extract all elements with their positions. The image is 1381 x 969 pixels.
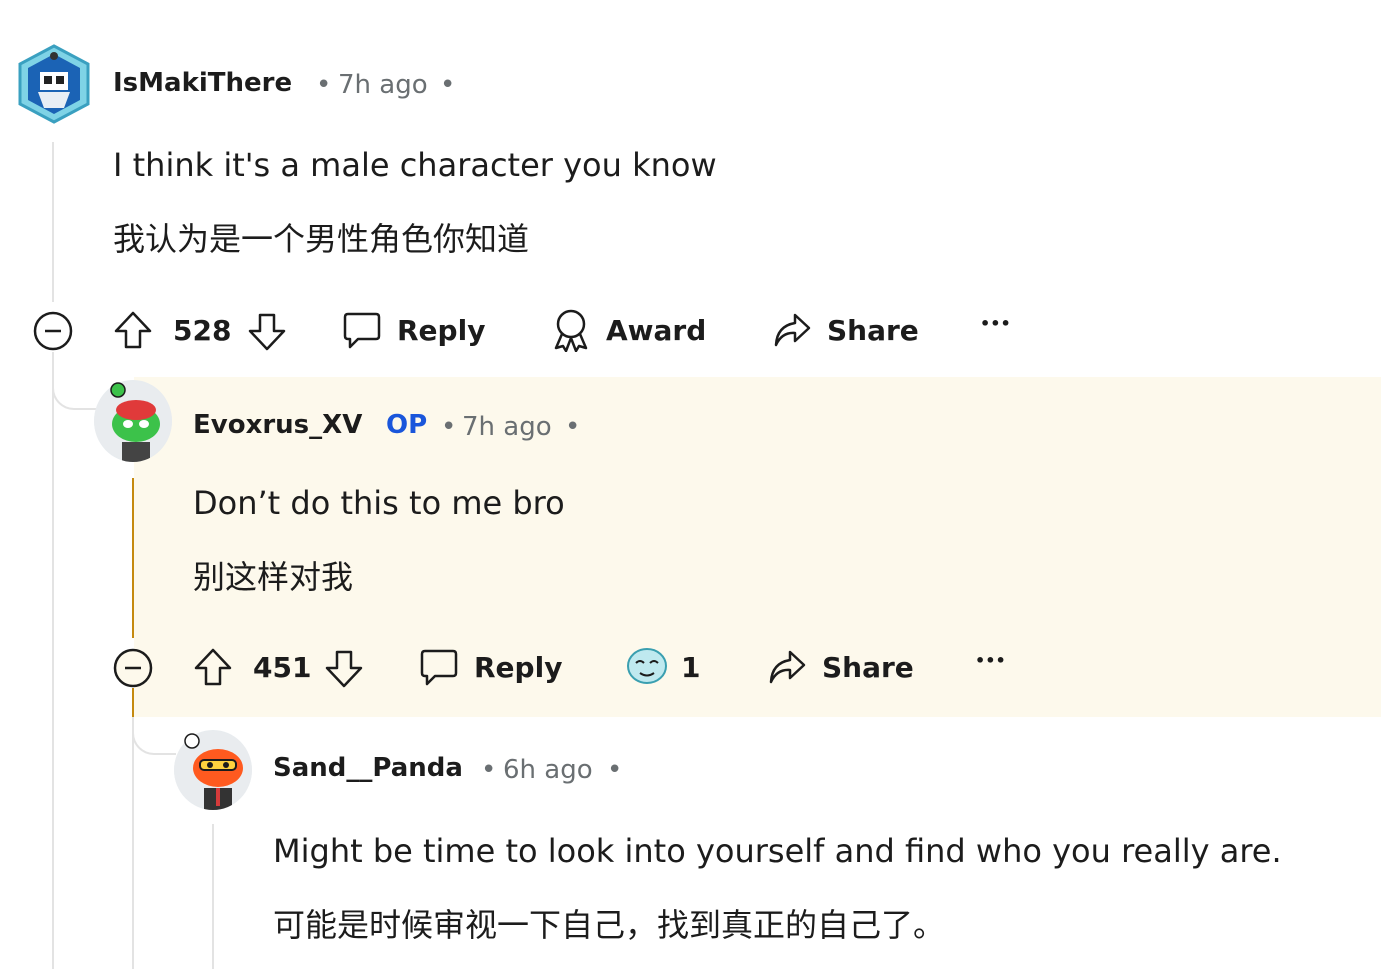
more-icon[interactable]: •••: [980, 314, 1011, 333]
award-button[interactable]: Award: [606, 314, 706, 347]
comment-bubble-icon[interactable]: [419, 647, 459, 687]
op-badge: OP: [386, 410, 428, 440]
reply-button[interactable]: Reply: [474, 651, 562, 684]
share-arrow-icon[interactable]: [767, 647, 807, 687]
avatar-image: [18, 44, 90, 124]
antenna-icon: [110, 382, 126, 398]
award-icon[interactable]: [550, 308, 592, 352]
username[interactable]: Sand__Panda: [273, 753, 463, 783]
thread-line[interactable]: [52, 352, 54, 969]
thread-line[interactable]: [132, 717, 134, 969]
comment-body: Don’t do this to me bro: [193, 484, 565, 522]
share-button[interactable]: Share: [827, 314, 919, 347]
thread-line-op[interactable]: [132, 478, 134, 638]
upvote-icon[interactable]: [113, 310, 153, 350]
more-icon[interactable]: •••: [975, 651, 1006, 670]
share-button[interactable]: Share: [822, 651, 914, 684]
thread-line-op[interactable]: [132, 688, 134, 718]
separator-dot: •: [565, 412, 581, 442]
antenna-icon: [184, 733, 200, 749]
avatar-image: [94, 382, 172, 462]
comment-bubble-icon[interactable]: [342, 310, 382, 350]
downvote-icon[interactable]: [247, 312, 287, 352]
separator-dot: •: [441, 412, 457, 442]
upvote-icon[interactable]: [193, 647, 233, 687]
minus-circle-icon[interactable]: [112, 647, 154, 689]
downvote-icon[interactable]: [324, 649, 364, 689]
share-arrow-icon[interactable]: [772, 310, 812, 350]
award-count: 1: [681, 651, 701, 684]
comment-translation: 我认为是一个男性角色你知道: [113, 220, 530, 258]
thread-line[interactable]: [212, 824, 214, 969]
vote-count: 528: [173, 314, 232, 347]
comment-body: Might be time to look into yourself and …: [273, 832, 1282, 870]
username[interactable]: IsMakiThere: [113, 68, 292, 98]
username[interactable]: Evoxrus_XV: [193, 410, 362, 440]
comment-translation: 可能是时候审视一下自己，找到真正的自己了。: [273, 906, 946, 944]
timestamp[interactable]: 7h ago: [338, 70, 428, 100]
avatar[interactable]: [18, 44, 90, 124]
vote-count: 451: [253, 651, 312, 684]
award-emoji-icon[interactable]: [625, 646, 669, 686]
reply-button[interactable]: Reply: [397, 314, 485, 347]
comment-body: I think it's a male character you know: [113, 146, 717, 184]
timestamp[interactable]: 7h ago: [462, 412, 552, 442]
separator-dot: •: [316, 70, 332, 100]
minus-circle-icon[interactable]: [32, 310, 74, 352]
avatar[interactable]: [94, 380, 172, 462]
separator-dot: •: [481, 755, 497, 785]
thread-branch: [132, 717, 176, 755]
timestamp[interactable]: 6h ago: [503, 755, 593, 785]
comment-translation: 别这样对我: [193, 558, 354, 596]
separator-dot: •: [607, 755, 623, 785]
thread-branch: [52, 372, 96, 410]
separator-dot: •: [440, 70, 456, 100]
thread-line[interactable]: [52, 142, 54, 302]
